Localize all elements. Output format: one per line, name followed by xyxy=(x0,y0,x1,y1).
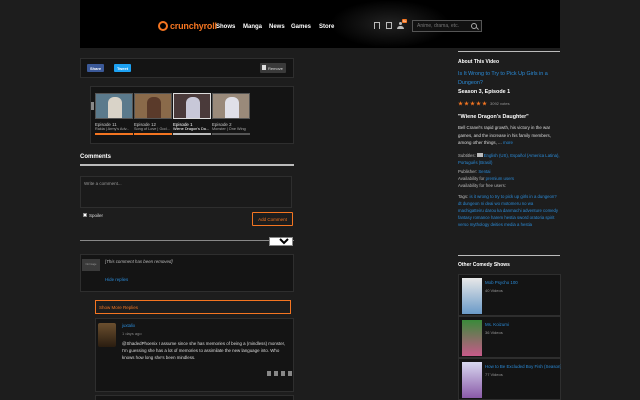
hide-replies-link[interactable]: Hide replies xyxy=(105,277,128,282)
remove-label: Remove xyxy=(268,66,283,71)
twitter-tweet-button[interactable]: Tweet xyxy=(114,64,132,72)
logo-icon xyxy=(158,21,168,31)
sort-select[interactable]: Top xyxy=(269,237,293,246)
show-video-count: 36 Videos xyxy=(485,330,503,335)
next-comment xyxy=(95,395,294,400)
watch-progress xyxy=(134,133,172,135)
subtitles-label: Subtitles: xyxy=(458,153,476,158)
dislike-icon[interactable] xyxy=(274,371,278,376)
logo-text: crunchyroll xyxy=(170,21,217,31)
add-comment-button[interactable]: Add Comment xyxy=(252,212,293,226)
publisher-row: Publisher: Sentai xyxy=(458,168,560,175)
episode-card-current[interactable]: Episode 1 Wiene Dragon's Da... xyxy=(173,93,211,135)
show-cover xyxy=(462,362,482,398)
star-icon xyxy=(470,101,475,106)
premium-users-link[interactable]: premium users xyxy=(486,176,514,181)
reply-actions xyxy=(267,371,292,376)
publisher-label: Publisher: xyxy=(458,169,478,174)
about-video-heading: About This Video xyxy=(458,59,500,65)
episode-thumbnail xyxy=(212,93,250,119)
queue-icon[interactable] xyxy=(386,22,392,29)
episode-thumbnail xyxy=(173,93,211,119)
show-title-link[interactable]: Is It Wrong to Try to Pick Up Girls in a… xyxy=(458,70,558,88)
comments-heading: Comments xyxy=(80,154,112,160)
more-link[interactable]: more xyxy=(503,140,513,145)
star-icon xyxy=(458,101,463,106)
tags-row: Tags: is it wrong to try to pick up girl… xyxy=(458,193,560,228)
like-icon[interactable] xyxy=(267,371,271,376)
reply-body: @ShadedPhoenix I assume since she has me… xyxy=(122,341,286,360)
subtitles-row: Subtitles: English (US), Español (America… xyxy=(458,152,560,166)
episode-subtitle: Monster | One Wing xyxy=(212,127,246,131)
episode-thumbnail xyxy=(95,93,133,119)
tags-label: Tags: xyxy=(458,194,469,199)
watch-progress xyxy=(95,133,133,135)
facebook-share-button[interactable]: Share xyxy=(87,64,105,72)
availability-premium: Availability for premium users xyxy=(458,175,560,182)
reply-icon[interactable] xyxy=(288,371,292,376)
episode-subtitle: Wiene Dragon's Da... xyxy=(173,127,209,131)
rating-stars[interactable]: 3092 votes xyxy=(458,101,510,106)
spoiler-label: Spoiler xyxy=(89,213,104,218)
show-name[interactable]: Ms. Koizumi xyxy=(485,322,561,327)
tags-links[interactable]: is it wrong to try to pick up girls in a… xyxy=(458,194,558,227)
publisher-link[interactable]: Sentai xyxy=(478,169,490,174)
episode-description: Bell Cranel's rapid growth, his victory … xyxy=(458,124,558,147)
removed-comment-text: [This comment has been removed] xyxy=(105,259,173,264)
episode-name: "Wiene Dragon's Daughter" xyxy=(458,114,529,120)
user-icon[interactable] xyxy=(397,22,404,29)
flag-icon xyxy=(476,153,483,157)
availability-free: Availability for free users: xyxy=(458,183,506,188)
notification-badge[interactable]: 9+ xyxy=(402,19,408,23)
divider xyxy=(80,164,294,166)
divider xyxy=(458,51,560,52)
season-episode: Season 3, Episode 1 xyxy=(458,89,511,95)
episode-subtitle: Song of Love | God... xyxy=(134,127,170,131)
show-card[interactable]: How to Be Excluded Boy Fish (Season) 77 … xyxy=(458,358,561,400)
reply-username[interactable]: juxtalix xyxy=(122,323,135,328)
avatar: No Image xyxy=(82,259,100,271)
episode-thumbnail xyxy=(134,93,172,119)
nav-shows[interactable]: Shows xyxy=(216,24,235,30)
comment-placeholder: Write a comment... xyxy=(84,181,122,186)
vote-count: 3092 votes xyxy=(490,101,510,106)
search-icon[interactable] xyxy=(471,23,477,29)
other-shows-heading: Other Comedy Shows xyxy=(458,262,510,268)
episode-card[interactable]: Episode 11 Rakia | Army's Adv... xyxy=(95,93,133,135)
show-video-count: 77 Videos xyxy=(485,372,503,377)
prev-arrow-icon[interactable] xyxy=(91,102,94,110)
show-card[interactable]: Mob Psycho 100 40 Videos xyxy=(458,274,561,316)
nav-store[interactable]: Store xyxy=(319,24,334,30)
show-cover xyxy=(462,278,482,314)
show-name[interactable]: Mob Psycho 100 xyxy=(485,280,561,285)
show-card[interactable]: Ms. Koizumi 36 Videos xyxy=(458,316,561,358)
reply-timestamp: 1 days ago xyxy=(122,331,142,336)
remove-icon xyxy=(262,65,266,70)
watch-progress xyxy=(173,133,211,135)
nav-manga[interactable]: Manga xyxy=(243,24,262,30)
nav-news[interactable]: News xyxy=(269,24,285,30)
divider xyxy=(458,255,560,256)
avatar[interactable] xyxy=(98,323,116,347)
availability-label: Availability for xyxy=(458,176,485,181)
nav-games[interactable]: Games xyxy=(291,24,311,30)
show-name[interactable]: How to Be Excluded Boy Fish (Season) xyxy=(485,364,561,369)
flag-icon[interactable] xyxy=(281,371,285,376)
watch-progress xyxy=(212,133,250,135)
remove-button[interactable]: Remove xyxy=(260,63,286,73)
spoiler-checkbox[interactable] xyxy=(83,213,87,217)
show-video-count: 40 Videos xyxy=(485,288,503,293)
show-more-replies-button[interactable]: Show More Replies xyxy=(95,300,291,314)
crunchyroll-logo[interactable]: crunchyroll xyxy=(158,21,217,31)
divider xyxy=(80,240,294,241)
star-icon xyxy=(464,101,469,106)
star-icon xyxy=(476,101,481,106)
episode-card[interactable]: Episode 12 Song of Love | God... xyxy=(134,93,172,135)
show-cover xyxy=(462,320,482,356)
episode-subtitle: Rakia | Army's Adv... xyxy=(95,127,130,131)
bookmark-icon[interactable] xyxy=(374,22,380,29)
star-icon xyxy=(482,101,487,106)
episode-card[interactable]: Episode 2 Monster | One Wing xyxy=(212,93,250,135)
